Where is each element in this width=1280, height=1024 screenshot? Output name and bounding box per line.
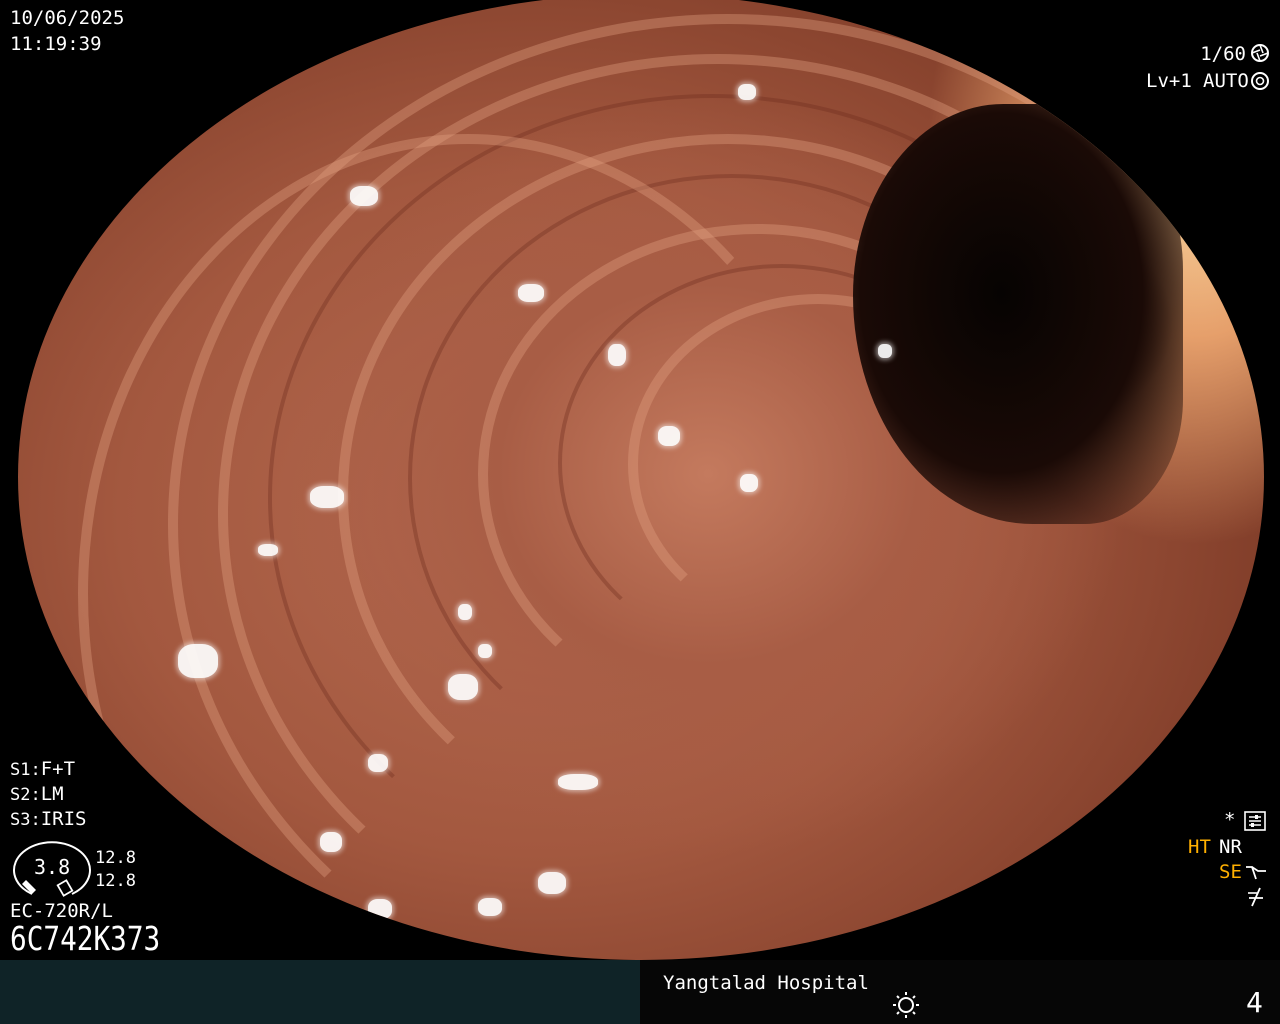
s3-value: IRIS bbox=[40, 808, 87, 830]
setting-s2: S2:LM bbox=[10, 782, 64, 807]
s2-value: LM bbox=[40, 783, 64, 805]
hospital-name: Yangtalad Hospital bbox=[663, 972, 869, 994]
status-bar bbox=[0, 960, 1280, 1024]
nr-indicator: NR bbox=[1219, 836, 1242, 858]
aperture-icon bbox=[1251, 44, 1269, 62]
setting-s3: S3:IRIS bbox=[10, 807, 86, 832]
light-icon bbox=[893, 992, 919, 1018]
asterisk-indicator: * bbox=[1224, 809, 1236, 831]
time: 11:19:39 bbox=[10, 33, 102, 55]
shutter-speed: 1/60 bbox=[1200, 43, 1246, 65]
endoscopic-image bbox=[18, 0, 1264, 960]
s1-label: S1: bbox=[10, 760, 41, 780]
scale-top: 12.8 bbox=[95, 848, 136, 868]
zoom-value: 3.8 bbox=[34, 855, 71, 879]
se-indicator: SE bbox=[1219, 861, 1242, 883]
scope-serial: 6C742K373 bbox=[10, 919, 161, 958]
scale-bottom: 12.8 bbox=[95, 871, 136, 891]
settings-panel-icon bbox=[1244, 811, 1266, 831]
iris-mode: AUTO bbox=[1203, 70, 1249, 92]
ht-indicator: HT bbox=[1188, 836, 1211, 858]
page-number: 4 bbox=[1246, 986, 1263, 1019]
level-indicator: Lv+1 bbox=[1146, 70, 1192, 92]
s2-label: S2: bbox=[10, 785, 41, 805]
setting-s1: S1:F+T bbox=[10, 757, 75, 782]
s1-value: F+T bbox=[40, 758, 76, 780]
date: 10/06/2025 bbox=[10, 7, 125, 29]
iris-icon bbox=[1251, 72, 1269, 90]
structure-enhance-icon bbox=[1246, 866, 1266, 880]
flash-off-icon bbox=[1248, 887, 1263, 907]
s3-label: S3: bbox=[10, 810, 41, 830]
